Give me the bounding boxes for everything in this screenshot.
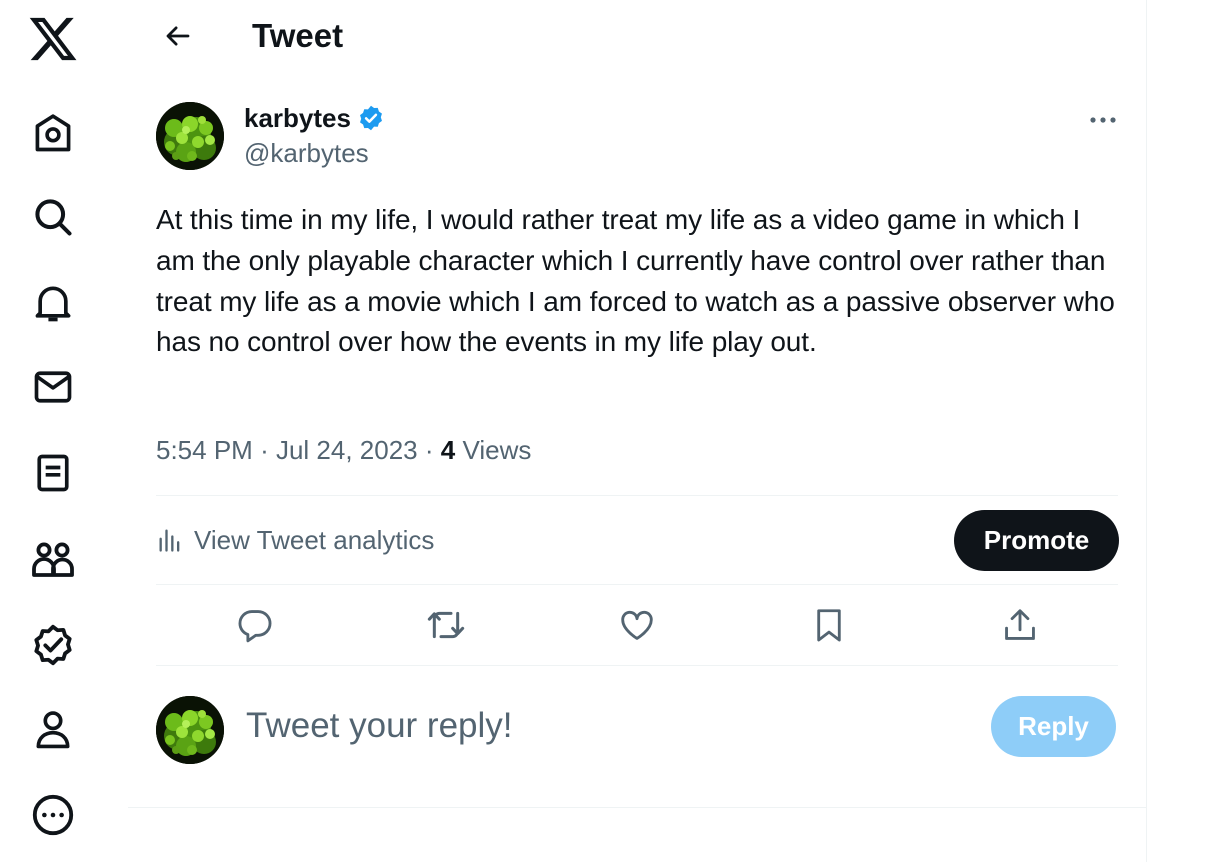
- share-icon[interactable]: [995, 600, 1045, 650]
- verified-badge-icon: [357, 104, 385, 132]
- back-arrow-icon[interactable]: [156, 14, 200, 58]
- reply-icon[interactable]: [230, 600, 280, 650]
- messages-icon[interactable]: [24, 358, 82, 416]
- divider: [156, 495, 1118, 496]
- profile-icon[interactable]: [24, 700, 82, 758]
- tweet-meta: 5:54 PM · Jul 24, 2023 · 4 Views: [156, 432, 531, 468]
- home-icon[interactable]: [24, 104, 82, 162]
- more-icon[interactable]: [24, 786, 82, 844]
- retweet-icon[interactable]: [421, 600, 471, 650]
- page-title: Tweet: [252, 17, 344, 54]
- reply-button[interactable]: Reply: [991, 696, 1116, 757]
- divider: [156, 665, 1118, 666]
- author-handle[interactable]: @karbytes: [244, 136, 369, 170]
- tweet-text: At this time in my life, I would rather …: [156, 204, 1115, 358]
- user-avatar[interactable]: [156, 696, 224, 764]
- tweet-time[interactable]: 5:54 PM: [156, 435, 253, 465]
- author-avatar[interactable]: [156, 102, 224, 170]
- bookmark-icon[interactable]: [804, 600, 854, 650]
- verified-icon[interactable]: [24, 616, 82, 674]
- communities-icon[interactable]: [24, 530, 82, 588]
- like-icon[interactable]: [612, 600, 662, 650]
- analytics-label: View Tweet analytics: [194, 524, 435, 555]
- divider: [156, 584, 1118, 585]
- reply-input[interactable]: [246, 700, 946, 752]
- more-options-icon[interactable]: [1080, 100, 1126, 140]
- notifications-icon[interactable]: [24, 274, 82, 332]
- divider: [128, 807, 1146, 808]
- tweet-date[interactable]: Jul 24, 2023: [276, 435, 418, 465]
- lists-icon[interactable]: [24, 444, 82, 502]
- tweet-column: Tweet karbytes @karbytes At this time in…: [128, 0, 1146, 862]
- column-divider: [1146, 0, 1147, 862]
- author-name[interactable]: karbytes: [244, 100, 385, 136]
- left-nav: [0, 0, 128, 862]
- meta-separator: ·: [424, 435, 434, 465]
- analytics-icon: [156, 526, 184, 554]
- promote-button[interactable]: Promote: [954, 510, 1119, 571]
- x-logo-icon[interactable]: [24, 10, 82, 68]
- view-analytics-link[interactable]: View Tweet analytics: [156, 520, 434, 560]
- views-label: Views: [462, 435, 532, 465]
- author-name-text: karbytes: [244, 103, 351, 133]
- search-icon[interactable]: [24, 188, 82, 246]
- meta-separator: ·: [260, 435, 269, 465]
- views-count: 4: [440, 435, 456, 465]
